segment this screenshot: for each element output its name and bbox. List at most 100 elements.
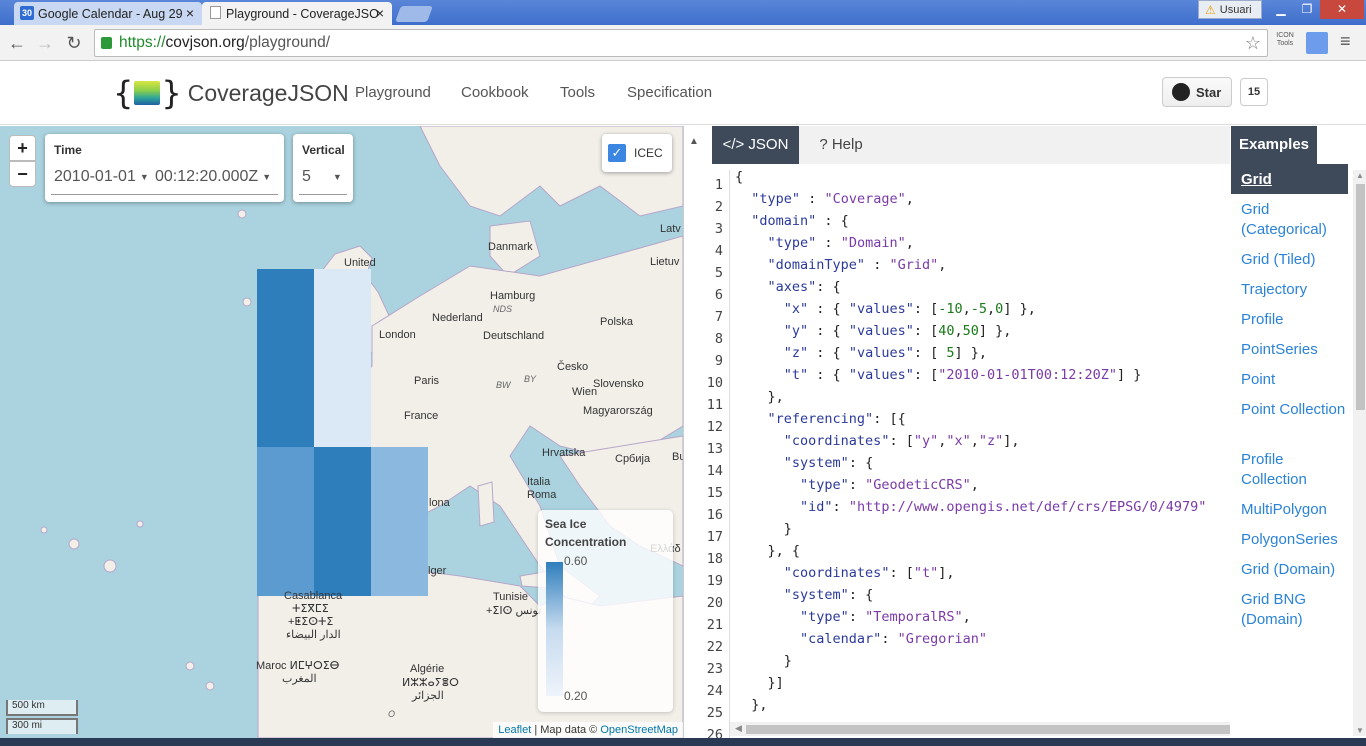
code-line[interactable]: "z" : { "values": [ 5] },: [735, 345, 987, 361]
example-link-grid-domain[interactable]: Grid (Domain): [1241, 560, 1351, 580]
star-count[interactable]: 15: [1240, 78, 1268, 106]
scroll-down-icon[interactable]: ▼: [1356, 726, 1364, 735]
browser-toolbar: ← → ↻ https://covjson.org/playground/ ☆ …: [0, 25, 1366, 61]
example-link-multipolygon[interactable]: MultiPolygon: [1241, 500, 1351, 520]
code-line[interactable]: "type": "TemporalRS",: [735, 609, 971, 625]
code-line[interactable]: "axes": {: [735, 279, 841, 295]
address-bar[interactable]: https://covjson.org/playground/ ☆: [94, 29, 1268, 57]
caret-down-icon: ▼: [139, 171, 149, 182]
example-link-grid-bng-domain[interactable]: Grid BNG (Domain): [1241, 590, 1351, 630]
nav-playground[interactable]: Playground: [355, 84, 431, 101]
code-line[interactable]: {: [735, 170, 743, 185]
zoom-out-button[interactable]: −: [9, 161, 36, 187]
code-line[interactable]: "type": "GeodeticCRS",: [735, 477, 979, 493]
layer-control[interactable]: ✓ ICEC: [602, 134, 672, 172]
minimize-button[interactable]: ▁: [1268, 0, 1294, 19]
map-view[interactable]: Danmark United Latv Lietuv Hamburg NDS N…: [0, 126, 683, 738]
code-line[interactable]: "system": {: [735, 455, 873, 471]
line-number: 14: [706, 463, 723, 479]
map-label-nds: NDS: [493, 304, 513, 314]
code-line[interactable]: "type" : "Domain",: [735, 235, 914, 251]
code-line[interactable]: "coordinates": ["t"],: [735, 565, 955, 581]
line-number: 2: [714, 199, 723, 215]
brand-logo[interactable]: { } CoverageJSON: [113, 75, 349, 111]
tab-json[interactable]: </> JSON: [712, 126, 799, 164]
map-label-roma: Roma: [527, 489, 557, 501]
grid-cell[interactable]: [314, 269, 371, 447]
code-line[interactable]: }: [735, 653, 792, 669]
vertical-scrollbar[interactable]: ▲ ▼: [1353, 170, 1366, 736]
example-link-pointseries[interactable]: PointSeries: [1241, 340, 1351, 360]
code-line[interactable]: "domainType" : "Grid",: [735, 257, 947, 273]
map-label-wien: Wien: [572, 386, 598, 398]
code-line[interactable]: },: [735, 697, 767, 713]
reload-icon[interactable]: ↻: [63, 32, 85, 54]
code-line[interactable]: "type" : "Coverage",: [735, 191, 914, 207]
editor-pane: </> JSON ? Help 1 2 3 4 5 6 7 8 9 10 11 12 13 14 15 16 1…: [683, 126, 1366, 743]
vertical-select[interactable]: 5 ▼: [302, 168, 342, 186]
code-line[interactable]: "y" : { "values": [40,50] },: [735, 323, 1012, 339]
code-line[interactable]: "system": {: [735, 587, 873, 603]
code-line[interactable]: }: [735, 521, 792, 537]
map-label-deutschland: Deutschland: [483, 330, 545, 342]
code-editor[interactable]: { "type" : "Coverage", "domain" : { "typ…: [735, 170, 1235, 720]
example-link-profile[interactable]: Profile: [1241, 310, 1351, 330]
horizontal-scroll-thumb[interactable]: [746, 725, 1298, 734]
code-line[interactable]: "domain" : {: [735, 213, 849, 229]
tab-google-calendar[interactable]: 30 Google Calendar - Aug 29 ×: [14, 2, 202, 25]
layer-checkbox[interactable]: ✓: [608, 144, 626, 162]
docs-extension-icon[interactable]: [1306, 32, 1328, 54]
example-link-profile-collection[interactable]: Profile Collection: [1241, 450, 1351, 490]
icon-tools-extension-icon[interactable]: ICON Tools: [1274, 32, 1296, 54]
nav-tools[interactable]: Tools: [560, 84, 595, 101]
code-line[interactable]: "t" : { "values": ["2010-01-01T00:12:20Z…: [735, 367, 1142, 383]
nav-cookbook[interactable]: Cookbook: [461, 84, 529, 101]
example-link-polygonseries[interactable]: PolygonSeries: [1241, 530, 1351, 550]
grid-cell[interactable]: [314, 447, 371, 596]
code-line[interactable]: "id": "http://www.opengis.net/def/crs/EP…: [735, 499, 1206, 515]
example-link-trajectory[interactable]: Trajectory: [1241, 280, 1351, 300]
collapse-map-arrow-icon[interactable]: ▲: [689, 136, 699, 147]
star-bookmark-icon[interactable]: ☆: [1245, 33, 1261, 54]
code-line[interactable]: "x" : { "values": [-10,-5,0] },: [735, 301, 1036, 317]
code-line[interactable]: "referencing": [{: [735, 411, 906, 427]
code-line[interactable]: },: [735, 389, 784, 405]
close-tab-icon[interactable]: ×: [376, 5, 384, 21]
code-line[interactable]: }, {: [735, 543, 801, 559]
star-label: Star: [1196, 84, 1222, 100]
leaflet-link[interactable]: Leaflet: [498, 724, 531, 736]
close-tab-icon[interactable]: ×: [186, 5, 194, 21]
select-underline: [51, 194, 278, 195]
code-line[interactable]: "calendar": "Gregorian": [735, 631, 987, 647]
example-link-grid[interactable]: Grid: [1241, 170, 1351, 190]
code-line[interactable]: "coordinates": ["y","x","z"],: [735, 433, 1020, 449]
time-select[interactable]: 00:12:20.000Z ▼: [155, 168, 271, 186]
example-link-grid-tiled[interactable]: Grid (Tiled): [1241, 250, 1351, 270]
zoom-in-button[interactable]: +: [9, 135, 36, 161]
date-select[interactable]: 2010-01-01 ▼: [54, 168, 149, 186]
github-star-button[interactable]: Star: [1162, 77, 1232, 107]
close-window-button[interactable]: ✕: [1320, 0, 1364, 19]
scroll-up-icon[interactable]: ▲: [1356, 171, 1364, 180]
osm-link[interactable]: OpenStreetMap: [600, 724, 678, 736]
tab-playground[interactable]: Playground - CoverageJSO ×: [202, 2, 392, 25]
grid-cell[interactable]: [257, 269, 314, 447]
scroll-left-icon[interactable]: ◀: [735, 723, 742, 734]
menu-icon[interactable]: ≡: [1340, 31, 1351, 52]
example-link-point[interactable]: Point: [1241, 370, 1351, 390]
grid-cell[interactable]: [257, 447, 314, 596]
example-link-point-collection[interactable]: Point Collection: [1241, 400, 1351, 420]
new-tab-button[interactable]: [395, 6, 433, 22]
line-number: 19: [706, 573, 723, 589]
back-arrow-icon[interactable]: ←: [6, 32, 28, 54]
example-link-grid-categorical[interactable]: Grid (Categorical): [1241, 200, 1351, 240]
profile-button[interactable]: ⚠ Usuari: [1198, 0, 1262, 19]
maximize-button[interactable]: ❐: [1294, 0, 1320, 19]
vertical-scroll-thumb[interactable]: [1356, 184, 1365, 410]
code-line[interactable]: }]: [735, 675, 784, 691]
map-label-casablanca-tif: ⵜⵉⴳⵎⵉ: [292, 603, 329, 615]
nav-specification[interactable]: Specification: [627, 84, 712, 101]
grid-cell[interactable]: [371, 447, 428, 596]
forward-arrow-icon[interactable]: →: [34, 32, 56, 54]
tab-help[interactable]: ? Help: [807, 126, 875, 164]
